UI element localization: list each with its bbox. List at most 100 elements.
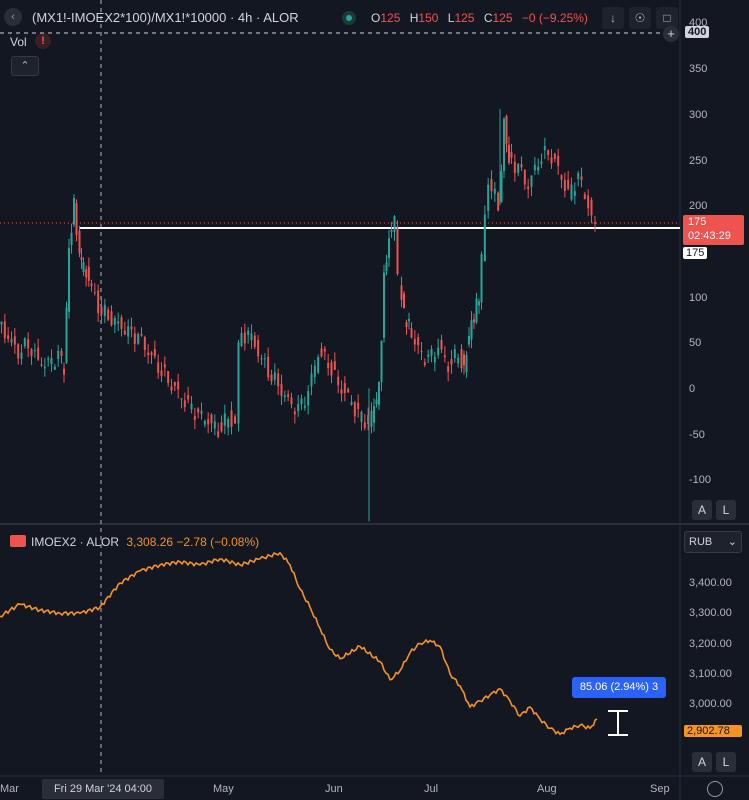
candle-body xyxy=(480,254,483,303)
last-price-value: 175 xyxy=(688,216,707,228)
candle-body xyxy=(223,413,226,426)
candle-body xyxy=(127,326,130,337)
candle-body xyxy=(207,419,210,425)
plus-icon[interactable]: + xyxy=(663,26,679,42)
candle-body xyxy=(380,340,383,383)
candle-body xyxy=(363,422,366,429)
index-price-tag: 2,902.78 xyxy=(684,725,742,737)
currency-value: RUB xyxy=(689,536,713,548)
candle-body xyxy=(427,354,430,357)
candle-body xyxy=(287,394,290,398)
axis-tick: 300 xyxy=(689,109,708,121)
candle-body xyxy=(237,342,240,424)
candle-body xyxy=(317,357,320,373)
level-price-tag: 175 xyxy=(683,247,708,259)
time-label: May xyxy=(213,783,234,795)
index-line-series xyxy=(0,551,598,736)
candle-body xyxy=(203,420,206,425)
bar-countdown: 02:43:29 xyxy=(688,230,731,242)
candle-body xyxy=(13,336,16,345)
candle-body xyxy=(153,349,156,357)
candle-body xyxy=(490,179,493,192)
candle-body xyxy=(350,401,353,405)
log-scale-button[interactable]: L xyxy=(716,752,736,772)
time-label: Aug xyxy=(537,783,557,795)
candle-body xyxy=(57,350,60,359)
candle-body xyxy=(373,406,375,423)
candle-body xyxy=(170,386,173,391)
candle-body xyxy=(385,262,388,272)
candle-body xyxy=(347,388,350,393)
candle-body xyxy=(594,222,596,224)
candle-body xyxy=(133,333,136,344)
currency-select[interactable]: RUB ⌄ xyxy=(684,531,742,553)
axis-tick: 3,200.00 xyxy=(689,638,732,650)
candle-body xyxy=(240,333,243,346)
candle-body xyxy=(310,373,313,387)
candle-body xyxy=(563,179,566,191)
axis-tick: -100 xyxy=(689,474,712,486)
candle-body xyxy=(190,403,193,410)
time-label: Sep xyxy=(650,783,670,795)
candle-body xyxy=(447,366,450,373)
candle-body xyxy=(167,371,170,384)
candle-body xyxy=(500,171,503,202)
candle-body xyxy=(33,350,36,352)
candle-body xyxy=(530,175,533,187)
candle-body xyxy=(523,169,526,185)
candle-body xyxy=(80,257,83,260)
candle-body xyxy=(65,307,68,363)
measure-tool[interactable] xyxy=(608,710,628,736)
index-value: 3,308.26 −2.78 (−0.08%) xyxy=(126,535,260,549)
candle-body xyxy=(450,359,453,365)
candle-body xyxy=(430,349,433,356)
candle-body xyxy=(253,335,256,347)
candle-body xyxy=(557,156,560,166)
candle-body xyxy=(97,290,100,314)
candle-body xyxy=(340,389,343,394)
candle-body xyxy=(320,348,323,357)
candle-body xyxy=(493,188,496,194)
candle-body xyxy=(100,306,103,315)
time-label: Jul xyxy=(424,783,439,795)
candle-body xyxy=(396,227,399,275)
candle-body xyxy=(243,332,246,344)
candle-body xyxy=(103,304,106,317)
candle-body xyxy=(313,365,316,378)
axis-tick: 3,000.00 xyxy=(689,698,732,710)
candle-body xyxy=(173,381,176,387)
candle-body xyxy=(85,269,88,278)
candle-body xyxy=(197,408,200,413)
candle-body xyxy=(540,161,543,164)
candle-body xyxy=(177,381,180,390)
index-legend[interactable]: IMOEX2 · ALOR 3,308.26 −2.78 (−0.08%) xyxy=(31,535,259,549)
candle-body xyxy=(393,216,396,232)
candle-body xyxy=(137,333,140,344)
candle-body xyxy=(483,214,486,262)
candle-body xyxy=(453,349,456,359)
candle-body xyxy=(78,230,81,254)
candle-body xyxy=(273,372,276,380)
candle-body xyxy=(50,358,53,365)
candle-body xyxy=(113,318,116,325)
candle-body xyxy=(43,366,46,369)
log-scale-button[interactable]: L xyxy=(716,500,736,520)
gear-icon[interactable] xyxy=(707,781,723,797)
candle-body xyxy=(408,318,410,322)
axis-tick: 350 xyxy=(689,63,708,75)
candle-body xyxy=(307,391,310,406)
axis-tick: 250 xyxy=(689,155,708,167)
auto-scale-button[interactable]: A xyxy=(692,752,712,772)
candle-body xyxy=(560,175,563,180)
time-label: Jun xyxy=(325,783,343,795)
auto-scale-button[interactable]: A xyxy=(692,500,712,520)
candle-body xyxy=(117,321,120,324)
candle-body xyxy=(527,186,530,190)
candle-body xyxy=(547,150,550,155)
candle-body xyxy=(550,157,553,164)
candle-body xyxy=(183,400,186,408)
candle-body xyxy=(577,173,580,179)
candle-body xyxy=(60,350,63,356)
candle-body xyxy=(200,410,203,414)
candle-body xyxy=(417,337,420,346)
